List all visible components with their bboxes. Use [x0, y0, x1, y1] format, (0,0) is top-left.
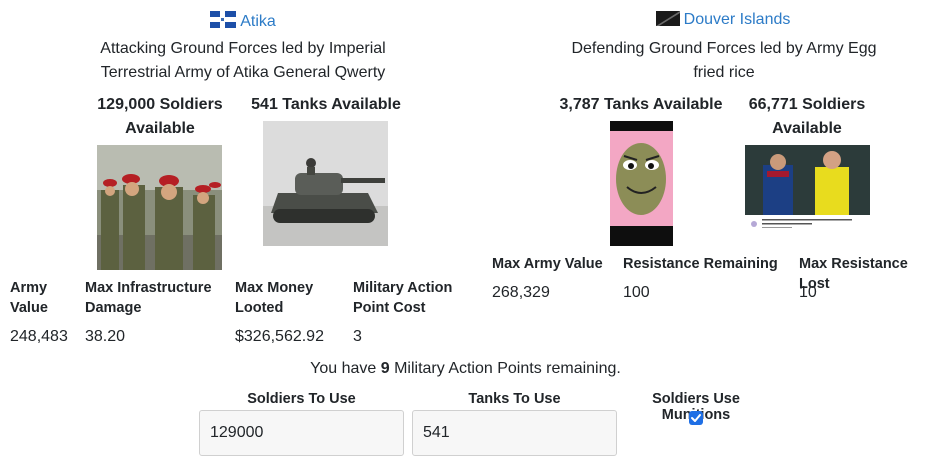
- soldiers-to-use-label: Soldiers To Use: [247, 391, 356, 407]
- military-action-point-cost-label: Military Action Point Cost: [353, 280, 453, 316]
- defender-title: Douver Islands: [540, 11, 906, 31]
- attacker-soldiers-image: [97, 145, 222, 270]
- tanks-to-use-input[interactable]: 541: [412, 410, 617, 456]
- soldiers-to-use-input[interactable]: 129000: [199, 410, 404, 456]
- max-money-looted-value: $326,562.92: [235, 328, 324, 345]
- defender-soldiers-image: [745, 145, 870, 235]
- attacker-title: Atika: [60, 11, 426, 33]
- resistance-remaining-label: Resistance Remaining: [623, 256, 778, 272]
- tanks-to-use-label: Tanks To Use: [468, 391, 561, 407]
- max-infrastructure-damage-label: Max Infrastructure Damage: [85, 280, 212, 316]
- action-points-count: 9: [380, 360, 390, 377]
- max-resistance-lost-label: Max Resistance Lost: [799, 256, 908, 292]
- resistance-remaining-value: 100: [623, 284, 650, 301]
- defender-tank-image: [610, 121, 673, 246]
- checkmark-icon: [691, 414, 701, 422]
- douver-islands-flag-icon: [655, 11, 680, 31]
- attacker-nation-link[interactable]: Atika: [240, 13, 276, 30]
- atika-flag-icon: [210, 11, 237, 33]
- defender-nation-link[interactable]: Douver Islands: [684, 11, 791, 28]
- attacker-tank-image: [263, 121, 388, 246]
- attacker-description: Attacking Ground Forces led by Imperial …: [100, 40, 386, 81]
- max-infrastructure-damage-value: 38.20: [85, 328, 126, 345]
- defender-description: Defending Ground Forces led by Army Egg …: [571, 40, 877, 81]
- max-money-looted-label: Max Money Looted: [235, 280, 314, 316]
- max-army-value: 268,329: [492, 284, 550, 301]
- military-action-point-cost-value: 3: [353, 328, 362, 345]
- attacker-tanks-available: 541 Tanks Available: [251, 96, 401, 113]
- max-army-value-label: Max Army Value: [492, 256, 603, 272]
- army-value: 248,483: [10, 328, 68, 345]
- defender-soldiers-available: 66,771 Soldiers Available: [748, 96, 866, 137]
- army-value-label: Army Value: [10, 280, 48, 316]
- max-resistance-lost-value: 10: [799, 284, 817, 301]
- defender-tanks-available: 3,787 Tanks Available: [559, 96, 723, 113]
- soldiers-use-munitions-checkbox[interactable]: [689, 411, 703, 425]
- action-points-remaining: You have 9 Military Action Points remain…: [310, 360, 621, 377]
- attacker-soldiers-available: 129,000 Soldiers Available: [97, 96, 223, 137]
